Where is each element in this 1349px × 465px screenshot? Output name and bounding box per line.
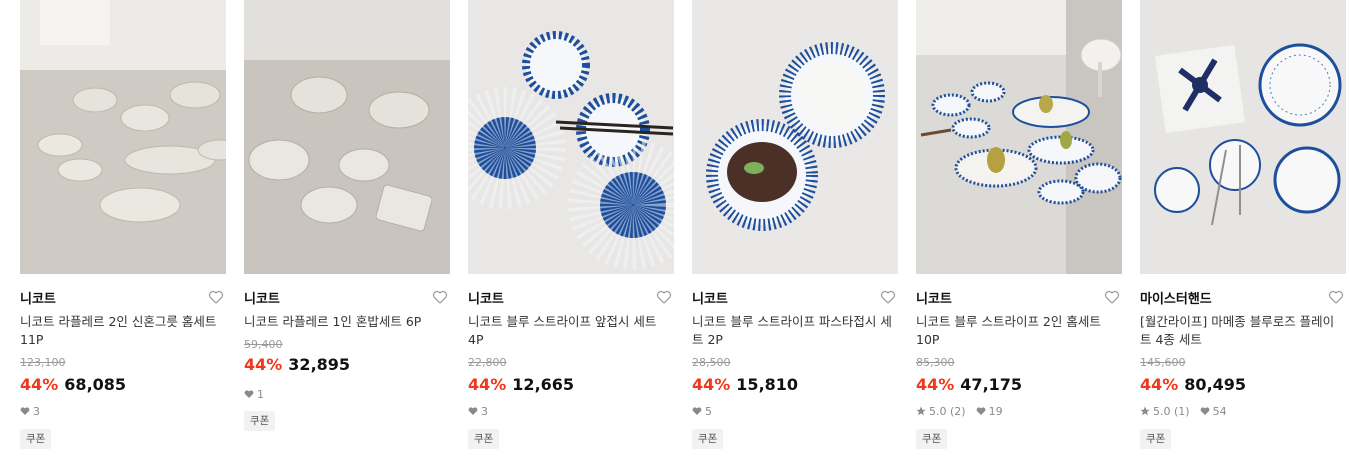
product-image[interactable] <box>244 0 450 274</box>
brand-name[interactable]: 니코트 <box>916 292 952 307</box>
product-card[interactable]: 니코트 니코트 블루 스트라이프 2인 홈세트 10P 85,300 44% 47… <box>916 0 1122 465</box>
product-image[interactable] <box>468 0 674 274</box>
product-card[interactable]: 니코트 니코트 블루 스트라이프 파스타접시 세트 2P 28,500 44% 1… <box>692 0 898 465</box>
sale-price: 32,895 <box>288 355 351 374</box>
discount-rate: 44% <box>468 375 507 394</box>
product-title[interactable]: 니코트 라플레르 1인 혼밥세트 6P <box>244 313 444 331</box>
sale-price: 68,085 <box>64 375 127 394</box>
rating: 5.0 (2) <box>916 405 966 418</box>
coupon-badge: 쿠폰 <box>916 429 948 449</box>
brand-name[interactable]: 니코트 <box>244 292 280 307</box>
likes-count: 3 <box>468 405 488 418</box>
product-image[interactable] <box>692 0 898 274</box>
product-card[interactable]: 니코트 니코트 블루 스트라이프 앞접시 세트 4P 22,800 44% 12,… <box>468 0 674 465</box>
discount-rate: 44% <box>916 375 955 394</box>
product-photo <box>244 0 450 274</box>
heart-filled-icon <box>20 407 30 415</box>
wishlist-heart-icon[interactable] <box>1104 289 1120 305</box>
wishlist-heart-icon[interactable] <box>208 289 224 305</box>
star-icon <box>1140 406 1150 416</box>
discount-rate: 44% <box>244 355 283 374</box>
product-photo <box>468 0 674 274</box>
original-price: 22,800 <box>468 356 507 369</box>
original-price: 59,400 <box>244 338 283 351</box>
product-title[interactable]: 니코트 블루 스트라이프 파스타접시 세트 2P <box>692 313 892 349</box>
brand-name[interactable]: 니코트 <box>468 292 504 307</box>
product-image[interactable] <box>916 0 1122 274</box>
product-photo <box>916 0 1122 274</box>
product-title[interactable]: 니코트 블루 스트라이프 앞접시 세트 4P <box>468 313 668 349</box>
original-price: 28,500 <box>692 356 731 369</box>
coupon-badge: 쿠폰 <box>1140 429 1172 449</box>
coupon-badge: 쿠폰 <box>692 429 724 449</box>
discount-rate: 44% <box>20 375 59 394</box>
product-title[interactable]: [월간라이프] 마메종 블루로즈 플레이트 4종 세트 <box>1140 313 1340 349</box>
likes-count: 3 <box>20 405 40 418</box>
wishlist-heart-icon[interactable] <box>880 289 896 305</box>
heart-filled-icon <box>468 407 478 415</box>
product-card[interactable]: 니코트 니코트 라플레르 2인 신혼그릇 홈세트 11P 123,100 44%… <box>20 0 226 465</box>
coupon-badge: 쿠폰 <box>468 429 500 449</box>
star-icon <box>916 406 926 416</box>
likes-count: 19 <box>976 405 1003 418</box>
heart-filled-icon <box>692 407 702 415</box>
product-photo <box>1140 0 1346 274</box>
discount-rate: 44% <box>1140 375 1179 394</box>
likes-count: 54 <box>1200 405 1227 418</box>
original-price: 123,100 <box>20 356 66 369</box>
discount-rate: 44% <box>692 375 731 394</box>
heart-filled-icon <box>244 390 254 398</box>
sale-price: 80,495 <box>1184 375 1247 394</box>
product-image[interactable] <box>20 0 226 274</box>
wishlist-heart-icon[interactable] <box>432 289 448 305</box>
coupon-badge: 쿠폰 <box>244 411 276 431</box>
brand-name[interactable]: 니코트 <box>692 292 728 307</box>
product-title[interactable]: 니코트 블루 스트라이프 2인 홈세트 10P <box>916 313 1116 349</box>
likes-count: 1 <box>244 388 264 401</box>
coupon-badge: 쿠폰 <box>20 429 52 449</box>
product-grid: 니코트 니코트 라플레르 2인 신혼그릇 홈세트 11P 123,100 44%… <box>20 0 1346 465</box>
wishlist-heart-icon[interactable] <box>1328 289 1344 305</box>
likes-count: 5 <box>692 405 712 418</box>
heart-filled-icon <box>1200 407 1209 415</box>
wishlist-heart-icon[interactable] <box>656 289 672 305</box>
product-photo <box>20 0 226 274</box>
sale-price: 12,665 <box>512 375 575 394</box>
brand-name[interactable]: 마이스터핸드 <box>1140 292 1212 307</box>
product-image[interactable] <box>1140 0 1346 274</box>
product-title[interactable]: 니코트 라플레르 2인 신혼그릇 홈세트 11P <box>20 313 220 349</box>
heart-filled-icon <box>976 407 985 415</box>
sale-price: 15,810 <box>736 375 799 394</box>
product-card[interactable]: 마이스터핸드 [월간라이프] 마메종 블루로즈 플레이트 4종 세트 145,6… <box>1140 0 1346 465</box>
sale-price: 47,175 <box>960 375 1023 394</box>
product-photo <box>692 0 898 274</box>
product-card[interactable]: 니코트 니코트 라플레르 1인 혼밥세트 6P 59,400 44% 32,895… <box>244 0 450 465</box>
brand-name[interactable]: 니코트 <box>20 292 56 307</box>
original-price: 85,300 <box>916 356 955 369</box>
original-price: 145,600 <box>1140 356 1186 369</box>
rating: 5.0 (1) <box>1140 405 1190 418</box>
